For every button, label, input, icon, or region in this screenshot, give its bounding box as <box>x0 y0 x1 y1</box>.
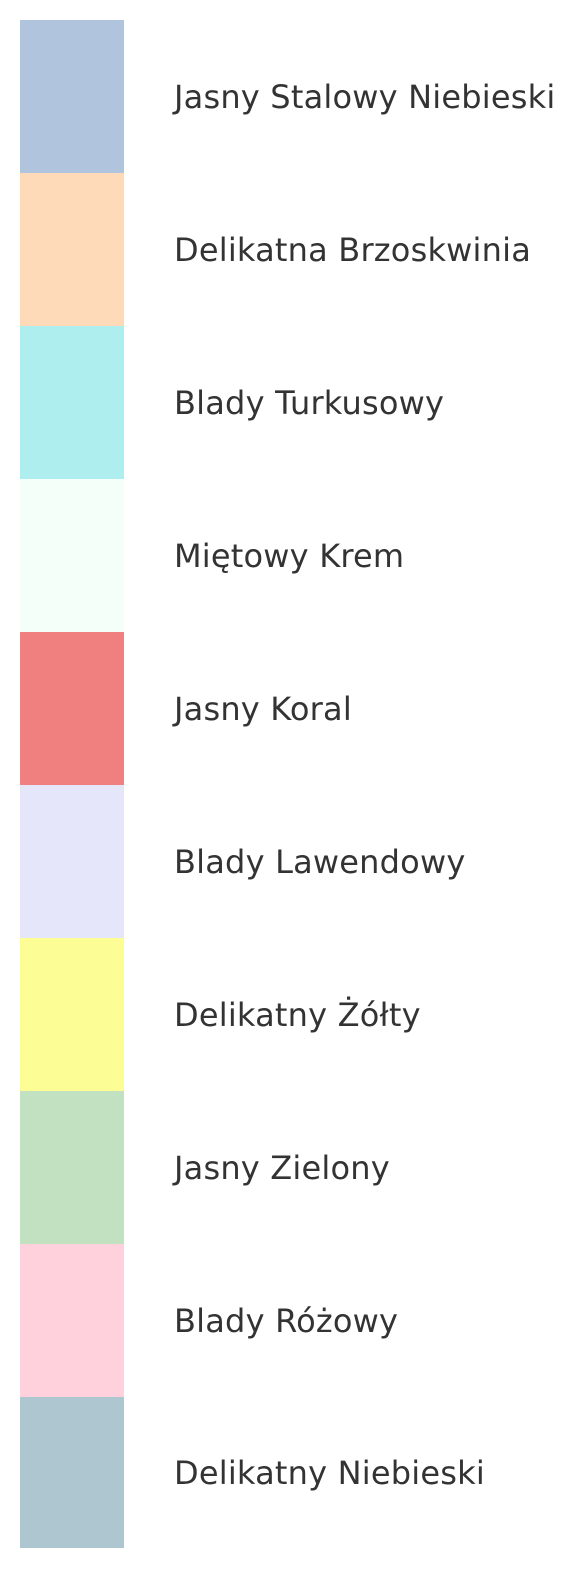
swatch-row: Delikatna Brzoskwinia <box>0 173 587 326</box>
swatch-row: Blady Lawendowy <box>0 785 587 938</box>
swatch-label: Blady Różowy <box>174 1301 399 1340</box>
swatch-label: Miętowy Krem <box>174 536 405 575</box>
swatch-row: Jasny Koral <box>0 632 587 785</box>
swatch-row: Delikatny Niebieski <box>0 1397 587 1548</box>
color-swatch <box>20 326 124 479</box>
color-swatch-list: Jasny Stalowy Niebieski Delikatna Brzosk… <box>0 20 587 1548</box>
swatch-label: Blady Turkusowy <box>174 383 445 422</box>
swatch-row: Delikatny Żółty <box>0 938 587 1091</box>
color-swatch <box>20 1091 124 1244</box>
swatch-label: Blady Lawendowy <box>174 842 466 881</box>
swatch-row: Jasny Stalowy Niebieski <box>0 20 587 173</box>
swatch-row: Jasny Zielony <box>0 1091 587 1244</box>
color-swatch <box>20 785 124 938</box>
color-swatch <box>20 20 124 173</box>
swatch-label: Jasny Zielony <box>174 1148 390 1187</box>
swatch-label: Delikatny Niebieski <box>174 1453 485 1492</box>
color-swatch <box>20 1397 124 1548</box>
swatch-row: Blady Różowy <box>0 1244 587 1397</box>
swatch-label: Delikatna Brzoskwinia <box>174 230 532 269</box>
swatch-label: Jasny Stalowy Niebieski <box>174 77 556 116</box>
color-swatch <box>20 938 124 1091</box>
color-swatch <box>20 173 124 326</box>
swatch-row: Blady Turkusowy <box>0 326 587 479</box>
swatch-label: Jasny Koral <box>174 689 352 728</box>
color-swatch <box>20 479 124 632</box>
color-swatch <box>20 1244 124 1397</box>
swatch-label: Delikatny Żółty <box>174 995 421 1034</box>
swatch-row: Miętowy Krem <box>0 479 587 632</box>
color-swatch <box>20 632 124 785</box>
